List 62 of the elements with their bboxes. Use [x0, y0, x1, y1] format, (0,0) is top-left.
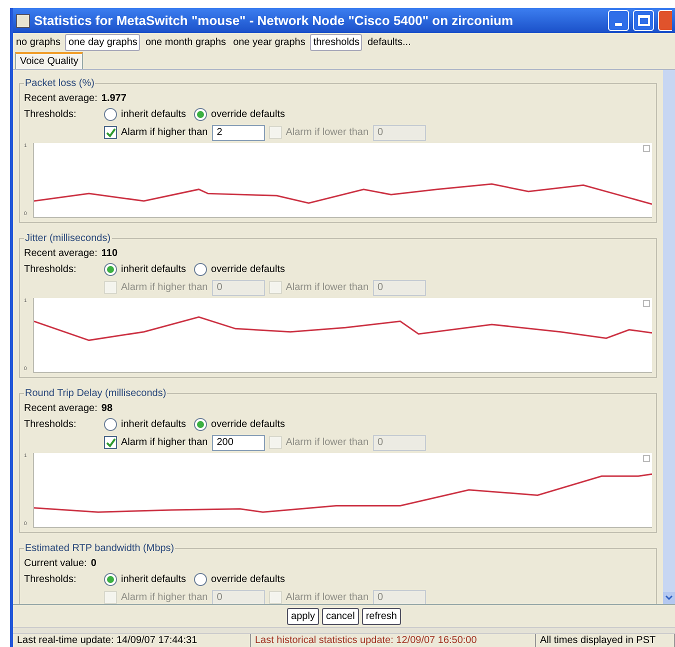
- input-field[interactable]: 200: [212, 434, 265, 450]
- value-label: Current value:: [24, 557, 87, 571]
- alarm-label: Alarm if higher than: [121, 281, 208, 295]
- maximize-button[interactable]: [633, 10, 654, 31]
- value-label: Recent average:: [24, 247, 98, 261]
- alarm-label: Alarm if higher than: [121, 591, 208, 604]
- value-text: 0: [90, 557, 96, 571]
- checkbox[interactable]: [104, 436, 117, 449]
- scroll-down-icon[interactable]: [663, 592, 675, 604]
- checkbox[interactable]: [104, 126, 117, 139]
- thresholds-label: Thresholds:: [24, 263, 78, 277]
- action-button[interactable]: apply: [287, 608, 319, 624]
- radio-option[interactable]: override defaults: [194, 417, 285, 432]
- panel-title: Round Trip Delay (milliseconds): [24, 387, 168, 401]
- toolbar-button[interactable]: no graphs: [14, 34, 62, 51]
- radio-option[interactable]: override defaults: [194, 107, 285, 122]
- checkmark-icon: [106, 128, 116, 138]
- action-button[interactable]: cancel: [322, 608, 359, 624]
- input-field[interactable]: 2: [212, 124, 265, 140]
- toolbar-button[interactable]: one month graphs: [143, 34, 228, 51]
- app-icon: [16, 14, 30, 28]
- radio-option[interactable]: inherit defaults: [104, 572, 186, 587]
- scrollbar[interactable]: [663, 70, 675, 604]
- thresholds-label: Thresholds:: [24, 418, 78, 432]
- close-button[interactable]: [658, 10, 672, 31]
- toolbar-button[interactable]: one day graphs: [65, 34, 140, 51]
- alarm-label: Alarm if lower than: [286, 591, 369, 604]
- expand-icon[interactable]: [643, 300, 650, 307]
- value-text: 110: [101, 247, 118, 261]
- radio-option[interactable]: inherit defaults: [104, 417, 186, 432]
- window-title: Statistics for MetaSwitch "mouse" - Network Node "Cisco 5400" on zirconium: [34, 12, 514, 30]
- alarm-label: Alarm if higher than: [121, 436, 208, 450]
- value-label: Recent average:: [24, 92, 98, 106]
- status-text: Last historical statistics update: 12/09/07 16:50:00: [251, 634, 536, 647]
- tab[interactable]: Voice Quality: [15, 52, 84, 69]
- thresholds-label: Thresholds:: [24, 573, 78, 587]
- expand-icon[interactable]: [643, 145, 650, 152]
- value-label: Recent average:: [24, 402, 98, 416]
- radio-option[interactable]: inherit defaults: [104, 107, 186, 122]
- radio-option[interactable]: inherit defaults: [104, 262, 186, 277]
- value-text: 98: [101, 402, 113, 416]
- status-text: Last real-time update: 14/09/07 17:44:31: [13, 634, 251, 647]
- alarm-label: Alarm if lower than: [286, 126, 369, 140]
- toolbar-button[interactable]: thresholds: [310, 34, 362, 51]
- panel-title: Packet loss (%): [24, 77, 96, 91]
- expand-icon[interactable]: [643, 455, 650, 462]
- toolbar-button[interactable]: one year graphs: [231, 34, 308, 51]
- alarm-label: Alarm if higher than: [121, 126, 208, 140]
- toolbar-button[interactable]: defaults...: [365, 34, 413, 51]
- checkmark-icon: [106, 438, 116, 448]
- minimize-button[interactable]: [608, 10, 629, 31]
- status-text: All times displayed in PST: [536, 634, 675, 647]
- panel-title: Jitter (milliseconds): [24, 232, 112, 246]
- alarm-label: Alarm if lower than: [286, 281, 369, 295]
- panel-title: Estimated RTP bandwidth (Mbps): [24, 542, 176, 556]
- thresholds-label: Thresholds:: [24, 108, 78, 122]
- action-button[interactable]: refresh: [362, 608, 401, 624]
- splitter[interactable]: [13, 627, 675, 634]
- value-text: 1.977: [101, 92, 126, 106]
- alarm-label: Alarm if lower than: [286, 436, 369, 450]
- radio-option[interactable]: override defaults: [194, 572, 285, 587]
- radio-option[interactable]: override defaults: [194, 262, 285, 277]
